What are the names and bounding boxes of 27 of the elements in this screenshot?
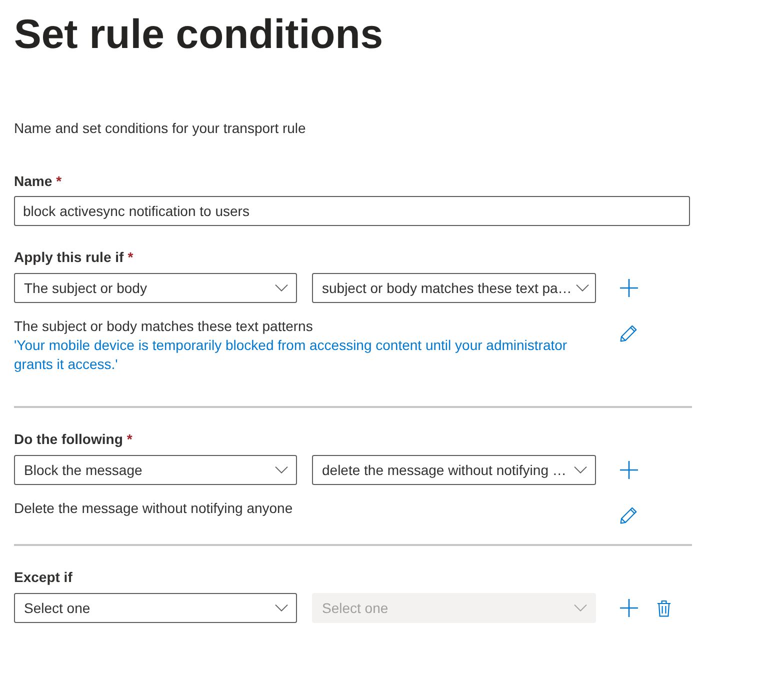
dropdown[interactable]: subject or body matches these text pa… [312,273,596,303]
plus-icon [620,279,638,297]
field-label: Except if [14,568,74,587]
condition-summary: Delete the message without notifying anyone [14,499,294,518]
chevron-icon [275,604,288,612]
chevron-icon [574,466,587,474]
dropdown[interactable]: The subject or body [14,273,297,303]
plus-icon [620,599,638,617]
page-title: Set rule conditions [14,10,384,58]
dropdown[interactable]: Select one [14,593,297,623]
chevron-icon [576,284,589,292]
pencil-icon [620,506,636,524]
plus-icon [620,461,638,479]
dropdown[interactable]: Block the message [14,455,297,485]
trash-icon [657,600,671,616]
pencil-icon [620,324,636,342]
field-label: Do the following * [14,430,134,449]
chevron-icon [275,466,288,474]
chevron-icon [275,284,288,292]
dropdown[interactable]: delete the message without notifying … [312,455,596,485]
field-label: Apply this rule if * [14,248,134,267]
text-pattern-link[interactable]: 'Your mobile device is temporarily blocked from accessing content until your administrator grants it access.' [14,336,594,374]
name-input[interactable]: block activesync notification to users [14,196,690,226]
page-description: Name and set conditions for your transport rule [14,119,307,138]
field-label: Name * [14,172,63,191]
chevron-icon [574,604,587,612]
condition-summary: The subject or body matches these text patterns [14,317,314,336]
